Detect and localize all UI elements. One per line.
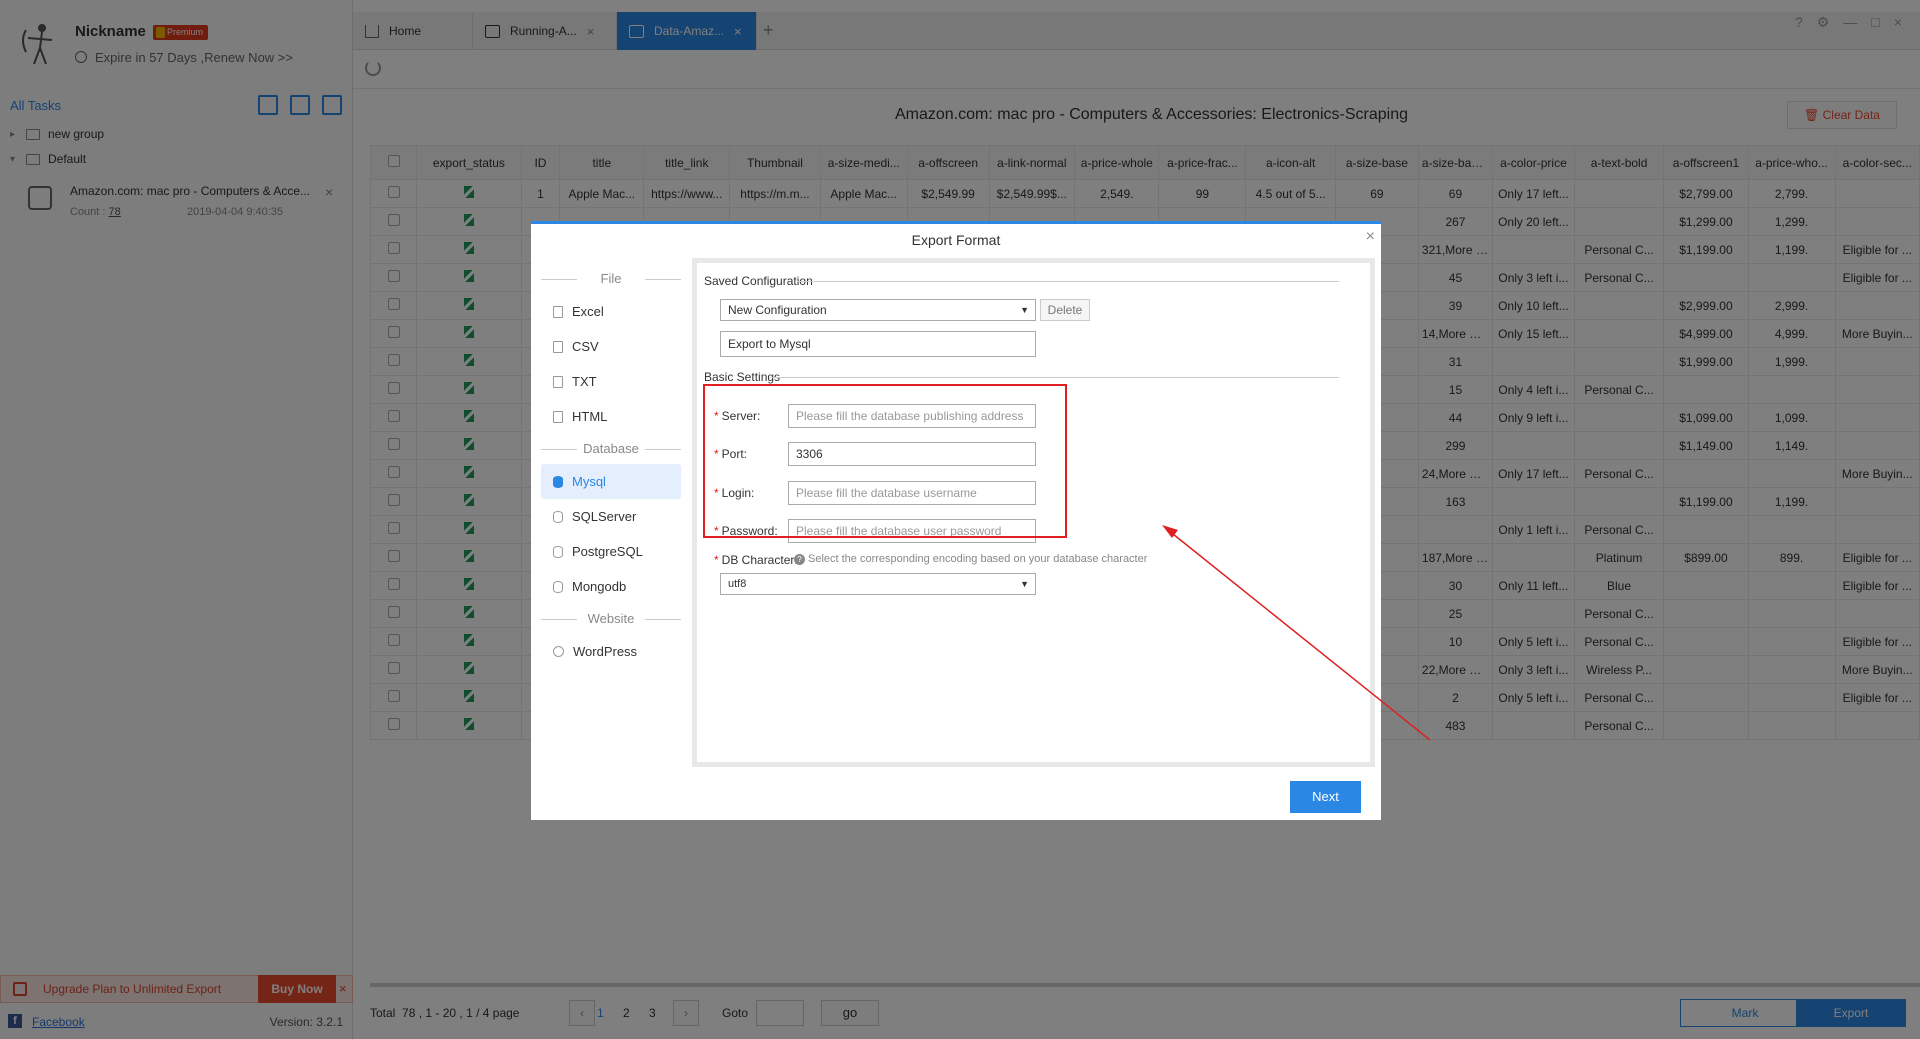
database-icon xyxy=(553,580,563,593)
nav-item-postgresql[interactable]: PostgreSQL xyxy=(541,534,681,569)
close-icon[interactable]: × xyxy=(1366,228,1375,246)
file-icon xyxy=(553,375,563,388)
delete-button[interactable]: Delete xyxy=(1040,299,1090,321)
nav-item-mongodb[interactable]: Mongodb xyxy=(541,569,681,604)
nav-item-label: Excel xyxy=(572,304,604,319)
nav-item-label: Mongodb xyxy=(572,579,627,594)
file-icon xyxy=(553,305,563,318)
nav-item-label: TXT xyxy=(572,374,597,389)
nav-section-file: File xyxy=(541,264,681,294)
dropdown-arrow-icon: ▼ xyxy=(1020,579,1029,589)
nav-item-sqlserver[interactable]: SQLServer xyxy=(541,499,681,534)
db-character-hint: ? Select the corresponding encoding based… xyxy=(794,553,1147,565)
highlight-box xyxy=(703,384,1067,538)
database-icon xyxy=(553,475,563,488)
config-name-input[interactable]: Export to Mysql xyxy=(720,331,1036,357)
nav-item-mysql[interactable]: Mysql xyxy=(541,464,681,499)
nav-section-website: Website xyxy=(541,604,681,634)
nav-item-label: CSV xyxy=(572,339,599,354)
config-select[interactable]: New Configuration ▼ xyxy=(720,299,1036,321)
db-character-select[interactable]: utf8 ▼ xyxy=(720,573,1036,595)
nav-item-csv[interactable]: CSV xyxy=(541,329,681,364)
basic-settings-heading: Basic Settings xyxy=(704,370,1340,384)
nav-item-excel[interactable]: Excel xyxy=(541,294,681,329)
nav-item-html[interactable]: HTML xyxy=(541,399,681,434)
info-icon: ? xyxy=(794,554,805,565)
nav-item-label: PostgreSQL xyxy=(572,544,643,559)
nav-item-label: HTML xyxy=(572,409,608,424)
db-character-hint-text: Select the corresponding encoding based … xyxy=(808,553,1148,565)
file-icon xyxy=(553,410,563,423)
database-icon xyxy=(553,545,563,558)
nav-item-txt[interactable]: TXT xyxy=(541,364,681,399)
saved-config-heading: Saved Configuration xyxy=(704,274,1338,288)
config-select-value: New Configuration xyxy=(728,303,827,317)
db-character-value: utf8 xyxy=(728,578,747,590)
nav-item-label: WordPress xyxy=(573,644,638,659)
next-button[interactable]: Next xyxy=(1290,781,1361,813)
export-format-dialog: Export Format × File Excel CSV TXT HTML … xyxy=(531,221,1381,820)
globe-icon xyxy=(553,646,564,657)
dropdown-arrow-icon: ▼ xyxy=(1020,305,1029,315)
nav-section-database: Database xyxy=(541,434,681,464)
nav-item-label: SQLServer xyxy=(572,509,637,524)
format-nav: File Excel CSV TXT HTML Database Mysql S… xyxy=(541,264,681,669)
nav-item-label: Mysql xyxy=(572,474,606,489)
settings-panel: Saved Configuration New Configuration ▼ D… xyxy=(692,258,1375,767)
database-icon xyxy=(553,510,563,523)
file-icon xyxy=(553,340,563,353)
nav-item-wordpress[interactable]: WordPress xyxy=(541,634,681,669)
dialog-title: Export Format xyxy=(911,232,1001,248)
db-character-label: DB Character: xyxy=(714,553,798,567)
